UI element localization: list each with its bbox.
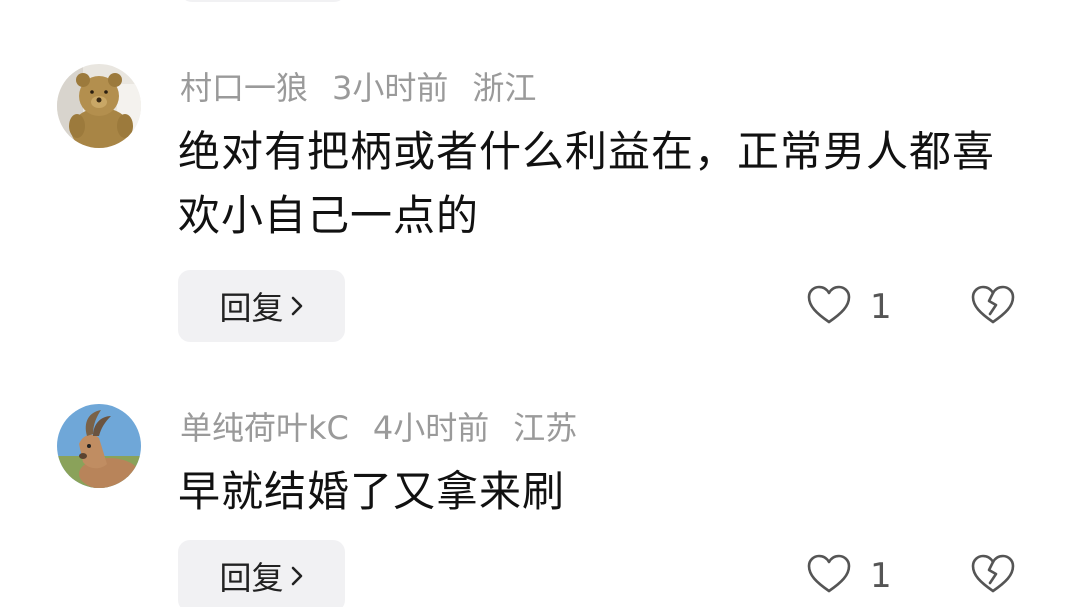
heart-outline-icon bbox=[806, 284, 852, 330]
chevron-right-icon bbox=[290, 557, 304, 595]
heart-outline-icon bbox=[806, 553, 852, 599]
reply-label: 回复 bbox=[219, 289, 284, 327]
chevron-right-icon bbox=[290, 287, 304, 325]
ibex-avatar-icon bbox=[57, 404, 141, 488]
location: 江苏 bbox=[513, 409, 578, 447]
like-button[interactable]: 1 bbox=[806, 284, 892, 330]
avatar[interactable] bbox=[57, 64, 141, 148]
comment-meta: 村口一狼 3小时前 浙江 bbox=[180, 68, 560, 108]
timestamp: 4小时前 bbox=[372, 409, 490, 447]
username[interactable]: 单纯荷叶kC bbox=[180, 409, 349, 447]
broken-heart-icon bbox=[970, 554, 1016, 599]
reply-button[interactable]: 回复 bbox=[178, 270, 345, 342]
location: 浙江 bbox=[472, 69, 537, 107]
comment-list: 村口一狼 3小时前 浙江 绝对有把柄或者什么利益在，正常男人都喜欢小自己一点的 回复… bbox=[0, 0, 1080, 607]
username[interactable]: 村口一狼 bbox=[180, 69, 308, 107]
like-button[interactable]: 1 bbox=[806, 553, 892, 599]
broken-heart-icon bbox=[970, 285, 1016, 330]
comment-text: 绝对有把柄或者什么利益在，正常男人都喜欢小自己一点的 bbox=[178, 127, 996, 240]
previous-reply-button[interactable] bbox=[180, 0, 346, 2]
comment-meta: 单纯荷叶kC 4小时前 江苏 bbox=[180, 408, 601, 448]
avatar[interactable] bbox=[57, 404, 141, 488]
teddy-bear-avatar-icon bbox=[57, 64, 141, 148]
dislike-button[interactable] bbox=[970, 553, 1016, 599]
like-count: 1 bbox=[870, 287, 892, 327]
like-count: 1 bbox=[870, 556, 892, 596]
timestamp: 3小时前 bbox=[332, 69, 449, 107]
comment-text: 早就结婚了又拿来刷 bbox=[178, 467, 566, 516]
dislike-button[interactable] bbox=[970, 284, 1016, 330]
reply-button[interactable]: 回复 bbox=[178, 540, 345, 607]
reply-label: 回复 bbox=[219, 559, 284, 597]
